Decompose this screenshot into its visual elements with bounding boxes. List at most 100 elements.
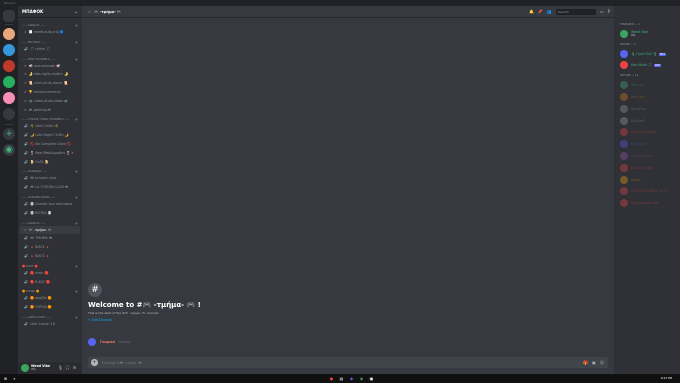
add-channel-icon[interactable]: + (75, 289, 78, 294)
windows-start-icon[interactable]: ⊞ (2, 375, 9, 382)
member-item[interactable]: Αλβεραξ (614, 115, 680, 127)
server-icon-6[interactable] (3, 108, 15, 120)
avatar[interactable] (21, 364, 29, 372)
channel-item[interactable]: # 🌛 late-night-chatter 🌛 (18, 70, 82, 79)
taskbar-app-icon[interactable]: ▣ (368, 375, 375, 382)
home-button[interactable] (3, 10, 15, 22)
server-icon-3[interactable] (3, 60, 15, 72)
channel-item[interactable]: 🔊 🍺 Ουζό 🍺 (18, 158, 82, 167)
channel-item[interactable]: 🔊 🎮 LA TOSURA CLUB 🎮 (18, 183, 82, 192)
channel-item[interactable]: # 📹 video-of-da-video 📹 (18, 97, 82, 106)
attach-plus-icon[interactable]: + (91, 359, 98, 366)
member-item[interactable]: Μιχ Γεωργίου (614, 150, 680, 162)
taskbar-app-icon[interactable]: ◆ (358, 375, 365, 382)
channel-category[interactable]: —— ΠΑΙΧΝΙΔΙΑ —— + (18, 169, 82, 174)
channel-item[interactable]: 🔊 🟠 ΣΥΡΙΖΑ 🟠 (18, 303, 82, 312)
channel-item[interactable]: # 🎮 -τμήμα- 🎮 (20, 225, 80, 235)
taskbar-app-icon[interactable]: ◆ (348, 375, 355, 382)
emoji-icon[interactable]: ☺ (600, 360, 604, 365)
channel-item[interactable]: 🔊 💀 ΒΟΥΚΑ 💀 (18, 209, 82, 218)
channel-name: 🎮 LA TOSURA CLUB 🎮 (30, 185, 69, 190)
member-item[interactable]: Βαγγέλης (614, 103, 680, 115)
server-icon-5[interactable] (3, 92, 15, 104)
headphones-icon[interactable]: 🎧 (65, 365, 70, 370)
channel-item[interactable]: # 📢 ανα-κοίνωση 📢 (18, 62, 82, 71)
bell-icon[interactable]: 🔔 (529, 6, 534, 18)
add-channel-icon[interactable]: + (75, 40, 78, 45)
speaker-icon: 🔊 (24, 141, 29, 146)
channel-category[interactable]: —— TEXT CHANNELS —— + (18, 57, 82, 62)
mute-icon[interactable]: 🎙 (58, 365, 63, 370)
member-item[interactable]: Σάκης (614, 174, 680, 186)
member-item[interactable]: ΤΑΣΟΣ ΓΑΛΑΝΟΥ 12 12 (614, 186, 680, 198)
add-channel-icon[interactable]: + (75, 23, 78, 28)
channel-item[interactable]: 🔊 🟠 συρίζα 🟠 (18, 294, 82, 303)
taskbar-app-icon[interactable]: ● (328, 375, 335, 382)
channel-item[interactable]: 🔊 🎵 rythm 🎵 (18, 45, 82, 54)
channel-item[interactable]: 🔊 🔺 ΒΙΑΤΣ 🔺 (18, 252, 82, 261)
channel-item[interactable]: # 🎮 gaming 🎮 (18, 106, 82, 115)
channel-item[interactable]: 🔊 🎮 la tosim club (18, 174, 82, 183)
member-item[interactable]: Mr Tsouri (614, 138, 680, 150)
channel-category[interactable]: —— GANGING ROOM —— + (18, 195, 82, 200)
message-author[interactable]: Γνωμικό (100, 340, 115, 344)
channel-item[interactable]: 🔊 🚫 No Complete Zone 🚫 (18, 140, 82, 149)
member-item[interactable]: 🎙 I Just Chill 🎙 BOT (614, 48, 680, 60)
member-text: Alex_b9 (631, 83, 644, 87)
channel-item[interactable]: 🔊 🍷 Real Μπάλωμαθεν 🍷 Χ (18, 149, 82, 158)
add-channel-icon[interactable]: + (75, 221, 78, 226)
channel-category[interactable]: —— ΚΑΝΑΛΙΑ —— + (18, 23, 82, 28)
channel-item[interactable]: 🔊 🔴 main 🔴 (18, 269, 82, 278)
channel-item[interactable]: # 📃 mee6-auto-trip 🔵 (18, 28, 82, 37)
members-icon[interactable]: 👥 (547, 6, 552, 18)
gear-icon[interactable]: ⚙ (72, 365, 77, 370)
channel-item[interactable]: 🔊 🌙 Late Night Chillin 🌙 (18, 131, 82, 140)
inbox-icon[interactable]: ▭ (600, 6, 604, 18)
server-icon-2[interactable] (3, 44, 15, 56)
member-item[interactable]: Alex_bot (614, 91, 680, 103)
add-channel-icon[interactable]: + (75, 169, 78, 174)
channel-item[interactable]: # 🏆 announcements (18, 88, 82, 97)
add-channel-icon[interactable]: + (75, 117, 78, 122)
member-item[interactable]: Hex Music 🎵 BOT (614, 60, 680, 72)
search-icon[interactable]: ⌕ (11, 375, 18, 382)
add-channel-icon[interactable]: + (75, 264, 78, 269)
pin-icon[interactable]: 📌 (538, 6, 543, 18)
channel-category[interactable]: 🟠 ΣΥΡΙΖΑ 🟠 + (18, 289, 82, 294)
avatar[interactable] (88, 338, 96, 346)
channel-category[interactable]: —— ΚΑΝΑΛΙΑ —— + (18, 221, 82, 226)
add-server-button[interactable]: + (3, 128, 15, 140)
member-item[interactable]: Ψυχή Ασήμιου 66 (614, 197, 680, 209)
taskbar-app-icon[interactable]: ▤ (338, 375, 345, 382)
channel-item[interactable]: 🔊 🔴 Β.ΚΑΤ 🔴 (18, 278, 82, 287)
help-icon[interactable]: ? (608, 6, 610, 18)
channel-item[interactable]: 🔊 User Count: 16 (18, 320, 82, 329)
gift-icon[interactable]: 🎁 (583, 360, 588, 365)
server-icon-4[interactable] (3, 76, 15, 88)
channel-item[interactable]: 🔊 🌴 Vibe Chillin 🌴 (18, 122, 82, 131)
channel-item[interactable]: 🔊 🎮 ΤΜΗΜΑ 🎮 (18, 234, 82, 243)
server-icon-1[interactable] (3, 28, 15, 40)
member-item[interactable]: Γιώργος Mob (614, 162, 680, 174)
add-channel-icon[interactable]: + (75, 315, 78, 320)
member-item[interactable]: Βαγγέλης Μαζη (614, 127, 680, 139)
channel-item[interactable]: 🔊 💀 Dumbo των οπλιτάκια (18, 200, 82, 209)
channel-category[interactable]: —— ΜΟΥΣΙΚΗ —— + (18, 40, 82, 45)
explore-servers-button[interactable]: ◉ (3, 144, 15, 156)
channel-category[interactable]: 🔴 Β.ΚΑΤ 🔴 + (18, 264, 82, 269)
message-composer: + 🎁 ▣ ☺ (88, 357, 608, 368)
channel-category[interactable]: —— CHILLIN' FUNNY CHANNELS —— + (18, 117, 82, 122)
server-header[interactable]: ΜΠΑΦΟΚ ⌄ (18, 6, 82, 18)
add-channel-icon[interactable]: + (75, 195, 78, 200)
member-item[interactable]: Weed Vibe #Rj (614, 28, 680, 40)
search-input[interactable]: Search (555, 9, 596, 15)
edit-channel-link[interactable]: ✎ Edit Channel (88, 318, 201, 322)
gif-icon[interactable]: ▣ (592, 360, 596, 365)
channel-item[interactable]: 🔊 🔺 ΒΙΑΤΣ 🔺 (18, 243, 82, 252)
hash-icon: # (24, 227, 27, 232)
channel-item[interactable]: # 📜 rules-of-da-discor 📜 (18, 79, 82, 88)
message-input[interactable] (102, 357, 562, 368)
member-item[interactable]: Alex_b9 (614, 79, 680, 91)
add-channel-icon[interactable]: + (75, 57, 78, 62)
channel-category[interactable]: —— ΑΝΤΙΑ ΑΥΑΚΥ —— + (18, 315, 82, 320)
